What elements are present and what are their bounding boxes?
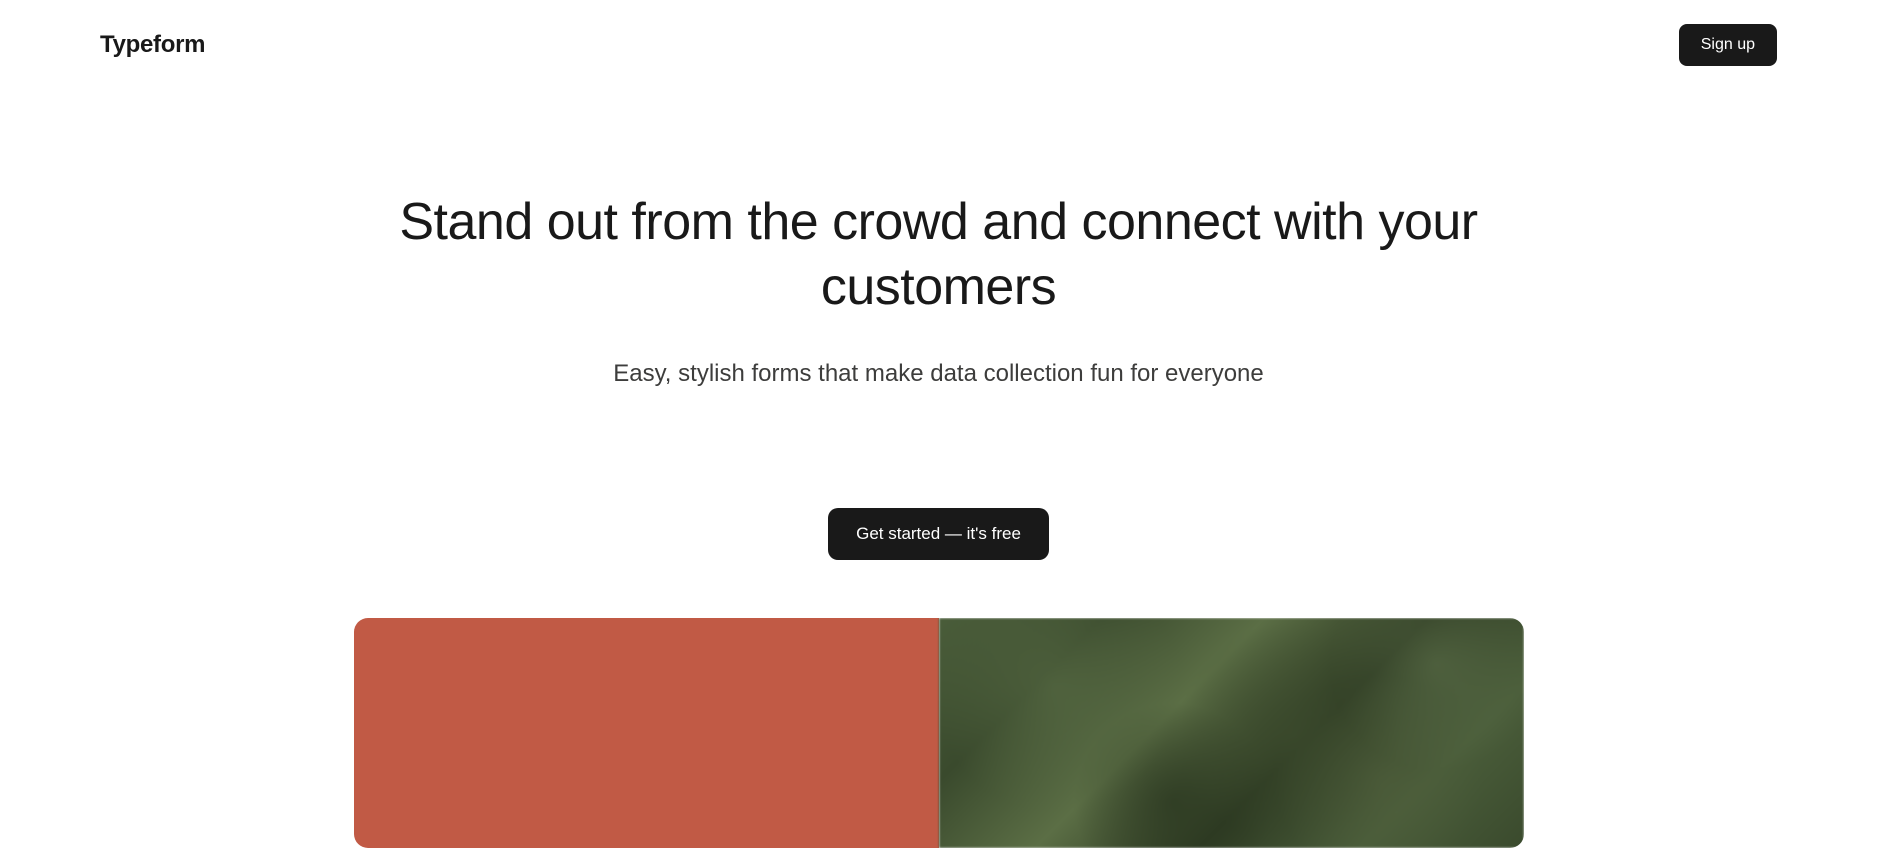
hero-image-left-panel: [354, 618, 939, 848]
signup-button[interactable]: Sign up: [1679, 24, 1777, 66]
logo[interactable]: Typeform: [100, 31, 205, 59]
hero-title: Stand out from the crowd and connect wit…: [389, 190, 1489, 320]
page-header: Typeform Sign up: [0, 0, 1877, 90]
hero-subtitle: Easy, stylish forms that make data colle…: [389, 360, 1489, 388]
hero-section: Stand out from the crowd and connect wit…: [389, 90, 1489, 560]
hero-image-right-panel: [939, 618, 1524, 848]
hero-image-container: [354, 618, 1524, 848]
get-started-button[interactable]: Get started — it's free: [828, 508, 1049, 560]
